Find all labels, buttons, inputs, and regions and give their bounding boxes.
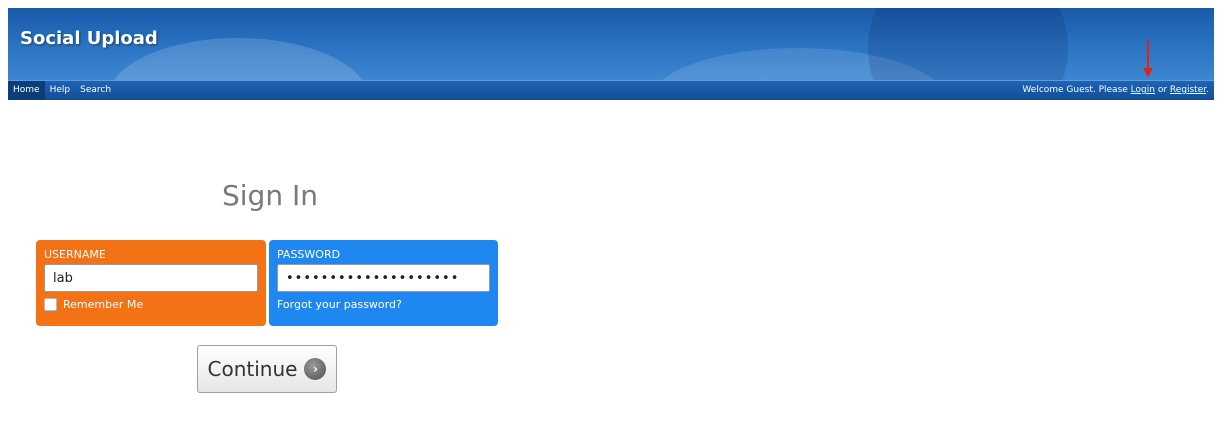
remember-me-label[interactable]: Remember Me [63,298,143,311]
password-input[interactable] [277,264,490,292]
username-input[interactable] [44,264,258,292]
welcome-message: Welcome Guest. Please Login or Register. [1022,81,1209,100]
nav-home[interactable]: Home [8,81,45,100]
continue-label: Continue [207,357,298,381]
continue-button[interactable]: Continue › [197,345,337,393]
remember-me-checkbox[interactable] [44,298,57,311]
welcome-prefix: Welcome Guest. Please [1022,85,1131,95]
nav-help[interactable]: Help [45,81,76,100]
arrow-right-circle-icon: › [304,358,327,380]
register-link[interactable]: Register [1170,85,1206,95]
welcome-suffix: . [1206,85,1209,95]
header-banner: Social Upload [8,8,1214,80]
forgot-password-link[interactable]: Forgot your password? [277,298,490,311]
welcome-middle: or [1154,85,1170,95]
username-label: USERNAME [44,248,106,261]
remember-me[interactable]: Remember Me [44,298,258,311]
nav-bar: Home Help Search Welcome Guest. Please L… [8,80,1214,100]
page-title: Sign In [222,179,318,212]
banner-swoosh [868,8,1068,80]
nav-search[interactable]: Search [75,81,116,100]
username-panel: USERNAME Remember Me [36,240,266,326]
login-link[interactable]: Login [1131,85,1155,95]
red-arrow-icon [1143,40,1153,77]
password-label: PASSWORD [277,248,341,261]
password-panel: PASSWORD Forgot your password? [269,240,498,326]
site-title[interactable]: Social Upload [20,28,158,49]
